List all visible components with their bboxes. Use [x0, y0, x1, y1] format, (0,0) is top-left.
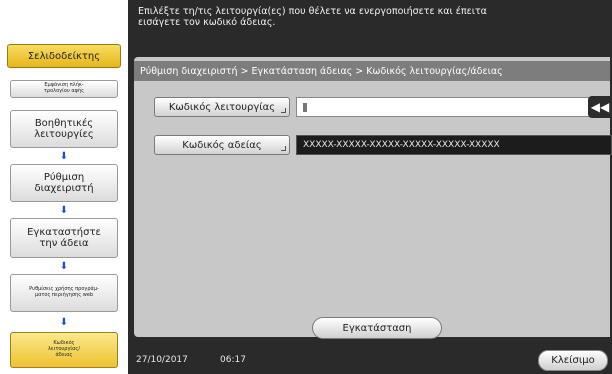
settings-panel: Ρύθμιση διαχειριστή > Εγκατάσταση άδειας…	[134, 57, 612, 337]
arrow-down-icon: ⬇	[59, 317, 69, 328]
close-button[interactable]: Κλείσιμο	[538, 350, 608, 371]
main-area: Επιλέξτε τη/τις λειτουργία(ες) που θέλετ…	[128, 0, 612, 374]
step-function-license-code[interactable]: Κωδικός λειτουργίας/ άδειας	[10, 332, 118, 368]
step-utility-functions[interactable]: Βοηθητικές λειτουργίες	[10, 110, 118, 148]
license-code-row: Κωδικός αδείας XXXXX-XXXXX-XXXXX-XXXXX-X…	[154, 135, 612, 155]
install-button[interactable]: Εγκατάσταση	[312, 317, 442, 339]
bookmark-button[interactable]: Σελιδοδείκτης	[7, 44, 121, 68]
arrow-down-icon: ⬇	[59, 261, 69, 272]
step-install-license[interactable]: Εγκαταστήστε την άδεια	[10, 218, 118, 258]
step-admin-settings[interactable]: Ρύθμιση διαχειριστή	[10, 164, 118, 202]
step-web-browser-settings[interactable]: Ρυθμίσεις χρήσης προγράμ- ματος περιήγησ…	[10, 274, 118, 312]
step-touch-keyboard[interactable]: Εμφάνιση πλήκ- τρολογίου αφής	[10, 80, 118, 98]
collapse-panel-icon[interactable]: ◀◀	[588, 96, 612, 118]
sidebar: Σελιδοδείκτης Εμφάνιση πλήκ- τρολογίου α…	[0, 0, 128, 374]
text-cursor	[303, 102, 307, 112]
breadcrumb: Ρύθμιση διαχειριστή > Εγκατάσταση άδειας…	[134, 61, 610, 81]
status-bar: 27/10/2017 06:17 Κλείσιμο	[128, 346, 612, 374]
arrow-down-icon: ⬇	[59, 205, 69, 216]
status-time: 06:17	[220, 355, 246, 365]
license-code-button[interactable]: Κωδικός αδείας	[154, 135, 290, 155]
license-code-display: XXXXX-XXXXX-XXXXX-XXXXX-XXXXX-XXXXX	[296, 135, 612, 155]
instruction-text: Επιλέξτε τη/τις λειτουργία(ες) που θέλετ…	[138, 6, 487, 29]
function-code-input[interactable]	[296, 97, 612, 117]
status-date: 27/10/2017	[136, 355, 188, 365]
function-code-row: Κωδικός λειτουργίας	[154, 97, 612, 117]
arrow-down-icon: ⬇	[59, 151, 69, 162]
function-code-button[interactable]: Κωδικός λειτουργίας	[154, 97, 290, 117]
